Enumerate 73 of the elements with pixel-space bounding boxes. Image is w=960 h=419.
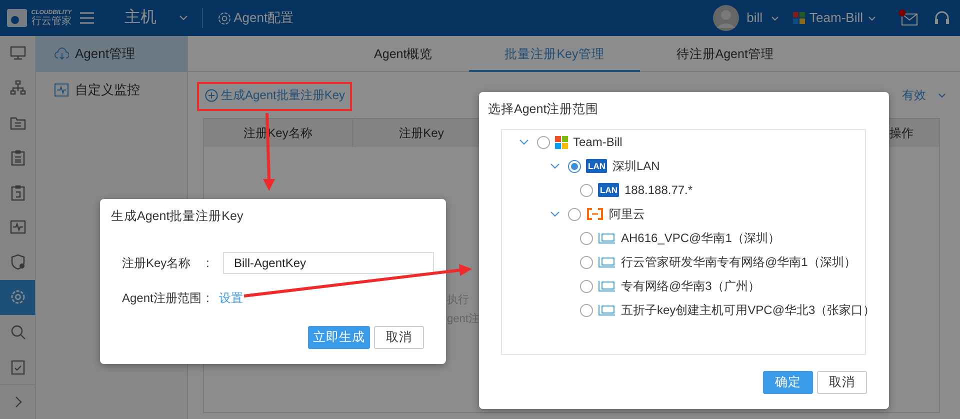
bracket-icon (586, 208, 604, 220)
headset-icon[interactable] (934, 10, 950, 26)
network-icon (598, 280, 616, 292)
checklist-icon[interactable] (8, 358, 26, 376)
radio-button[interactable] (568, 208, 581, 220)
field-colon: : (206, 255, 210, 272)
tree-item-label[interactable]: 188.188.77.* (624, 181, 693, 199)
column-header: 注册Key (399, 126, 444, 140)
tab[interactable]: 待注册Agent管理 (640, 36, 810, 72)
page-title: Agent配置 (234, 9, 294, 28)
pulse-icon[interactable] (8, 218, 26, 236)
tab[interactable]: 批量注册Key管理 (468, 36, 640, 72)
avatar-icon (712, 5, 739, 31)
caret-icon (868, 16, 876, 20)
confirm-button[interactable]: 确定 (763, 371, 813, 394)
team-icon (555, 136, 568, 148)
radio-button[interactable] (580, 232, 593, 244)
field-label: Agent注册范围 (122, 290, 202, 307)
network-icon (598, 304, 616, 316)
tree-item-label[interactable]: 深圳LAN (612, 157, 660, 175)
column-header: 操作 (890, 126, 914, 140)
module-dropdown[interactable]: 主机 (124, 6, 188, 30)
radio-button[interactable] (580, 256, 593, 268)
user-menu[interactable]: bill (712, 5, 779, 31)
team-icon (792, 12, 805, 24)
radio-button[interactable] (580, 184, 593, 196)
clipboard-icon[interactable] (8, 184, 26, 202)
tree-item-label[interactable]: Team-Bill (573, 133, 622, 151)
menu-icon[interactable] (80, 12, 94, 24)
sidebar-item[interactable]: Agent管理 (36, 36, 187, 72)
radio-button[interactable] (568, 160, 581, 172)
field-label: 注册Key名称 (122, 255, 192, 272)
confirm-button[interactable]: 立即生成 (308, 326, 370, 349)
status-filter[interactable]: 有效 (902, 86, 946, 104)
logo-icon (6, 7, 28, 29)
sidebar-item[interactable]: 自定义监控 (36, 72, 187, 108)
network-icon (598, 232, 616, 244)
tree-item-label[interactable]: AH616_VPC@华南1（深圳） (621, 229, 780, 247)
cancel-button[interactable]: 取消 (374, 326, 424, 349)
create-key-link[interactable]: 生成Agent批量注册Key (197, 81, 352, 109)
network-icon (598, 256, 616, 268)
tree-item-label[interactable]: 五折子key创建主机可用VPC@华北3（张家口） (621, 301, 876, 319)
cloud-icon (54, 47, 69, 61)
radio-button[interactable] (580, 304, 593, 316)
field-colon: : (206, 290, 210, 307)
monitor-icon[interactable] (8, 44, 26, 62)
lan-icon: LAN (586, 159, 608, 173)
caret-icon (938, 92, 946, 98)
tab[interactable]: Agent概览 (338, 36, 469, 72)
radio-button[interactable] (537, 136, 550, 148)
dialog-title: 选择Agent注册范围 (488, 101, 599, 118)
mail-icon[interactable] (898, 9, 918, 27)
logo-subtext: 行云管家 (31, 16, 72, 26)
team-menu[interactable]: Team-Bill (792, 8, 876, 28)
shield-icon[interactable] (8, 253, 26, 272)
pulse-icon (54, 83, 69, 97)
radio-button[interactable] (580, 280, 593, 292)
plus-icon (205, 88, 218, 102)
name-input[interactable]: Bill-AgentKey (223, 252, 434, 274)
settings-icon[interactable] (8, 288, 26, 306)
gear-icon (216, 10, 232, 26)
tree-item-label[interactable]: 阿里云 (609, 205, 645, 223)
tree-item-label[interactable]: 行云管家研发华南专有网络@华南1（深圳） (621, 253, 856, 271)
clipboard-icon[interactable] (8, 148, 26, 167)
search-icon[interactable] (8, 322, 26, 341)
lan-icon: LAN (598, 183, 620, 197)
set-scope-link[interactable]: 设置 (219, 289, 243, 307)
caret-icon (770, 16, 779, 20)
dialog-title: 生成Agent批量注册Key (111, 208, 244, 225)
cancel-button[interactable]: 取消 (817, 371, 867, 394)
tree-item-label[interactable]: 专有网络@华南3（广州） (621, 277, 760, 295)
hierarchy-icon[interactable] (8, 79, 26, 98)
caret-icon (178, 15, 188, 21)
